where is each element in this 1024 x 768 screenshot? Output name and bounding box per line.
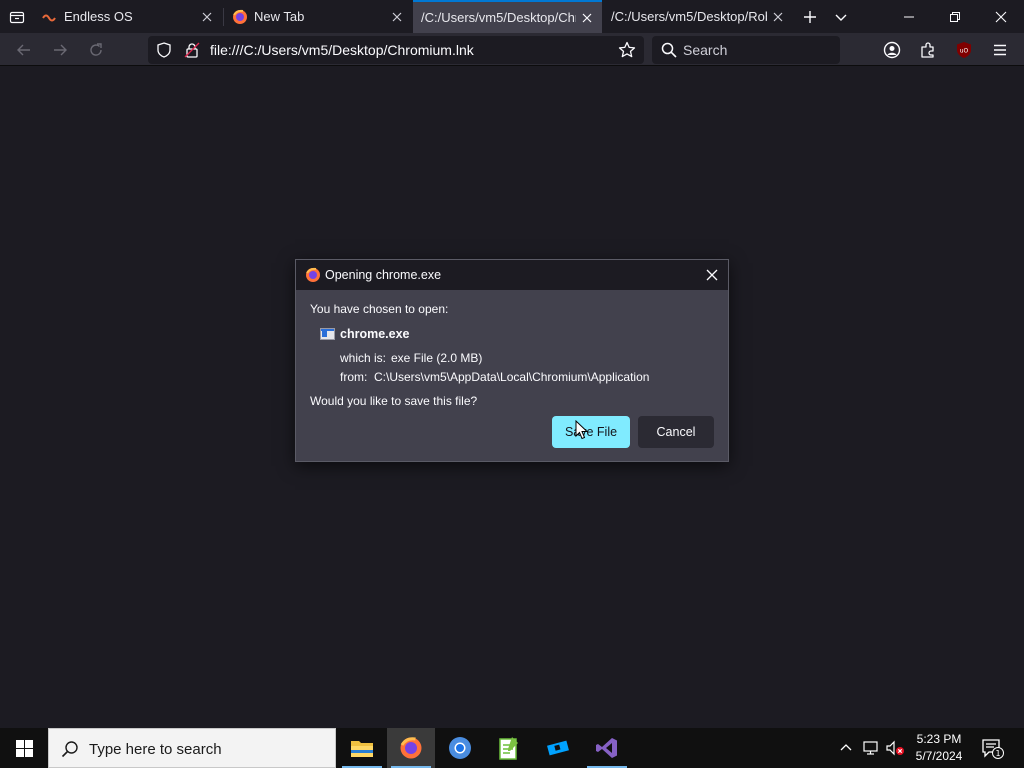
- taskbar-notepad-plus-plus[interactable]: [485, 728, 533, 768]
- close-icon: [706, 269, 718, 281]
- mouse-cursor-icon: [575, 420, 589, 440]
- account-icon: [883, 41, 901, 59]
- list-all-tabs-button[interactable]: [0, 0, 33, 33]
- plus-icon: [804, 10, 816, 23]
- arrow-right-icon: [54, 44, 67, 56]
- cancel-button[interactable]: Cancel: [638, 416, 714, 448]
- visual-studio-icon: [596, 738, 617, 758]
- search-icon: [661, 42, 677, 58]
- tab-title: New Tab: [254, 9, 305, 24]
- restore-icon: [950, 11, 960, 22]
- tab-endless-os[interactable]: Endless OS: [34, 0, 222, 33]
- svg-text:uO: uO: [960, 48, 969, 55]
- ublock-origin-button[interactable]: uO: [950, 36, 978, 64]
- volume-muted-icon: [886, 740, 904, 756]
- save-question-text: Would you like to save this file?: [310, 394, 478, 408]
- close-icon: [995, 11, 1007, 22]
- new-tab-button[interactable]: [795, 0, 825, 33]
- which-is-label: which is:: [340, 351, 387, 365]
- clock-date: 5/7/2024: [915, 749, 963, 763]
- address-bar[interactable]: file:///C:/Users/vm5/Desktop/Chromium.ln…: [148, 36, 644, 64]
- tab-new-tab[interactable]: New Tab: [224, 0, 412, 33]
- tab-close-icon[interactable]: [767, 6, 789, 28]
- dialog-intro-text: You have chosen to open:: [310, 302, 449, 316]
- tab-title: Endless OS: [64, 9, 133, 24]
- from-label: from:: [340, 370, 368, 384]
- taskbar-visual-studio[interactable]: [583, 728, 631, 768]
- opening-file-dialog: Opening chrome.exe You have chosen to op…: [295, 259, 729, 462]
- taskbar-search-placeholder: Type here to search: [89, 741, 222, 758]
- windows-taskbar: Type here to search 5:23 PM 5/7/2024 1: [0, 728, 1024, 768]
- dialog-titlebar: Opening chrome.exe: [296, 260, 728, 290]
- dialog-close-button[interactable]: [700, 263, 724, 287]
- file-source-path: C:\Users\vm5\AppData\Local\Chromium\Appl…: [374, 370, 650, 384]
- navigation-toolbar: file:///C:/Users/vm5/Desktop/Chromium.ln…: [0, 33, 1024, 66]
- network-status-button[interactable]: [861, 738, 881, 758]
- save-file-button[interactable]: Save File: [552, 416, 630, 448]
- network-icon: [863, 741, 878, 755]
- taskbar-file-explorer[interactable]: [338, 728, 386, 768]
- arrow-left-icon: [17, 44, 30, 56]
- file-type-value: exe File (2.0 MB): [391, 351, 483, 365]
- reload-button[interactable]: [82, 36, 110, 64]
- hamburger-menu-icon: [994, 44, 1006, 56]
- minimize-icon: [904, 16, 914, 17]
- folder-icon: [351, 741, 373, 757]
- firefox-icon: [400, 737, 422, 759]
- tab-chromium-lnk[interactable]: /C:/Users/vm5/Desktop/Chro: [413, 0, 602, 33]
- bookmark-star-icon[interactable]: [618, 41, 636, 59]
- forward-button[interactable]: [46, 36, 74, 64]
- tracking-protection-shield-icon[interactable]: [156, 42, 172, 58]
- dialog-title: Opening chrome.exe: [325, 268, 442, 282]
- roblox-studio-icon: [547, 740, 569, 756]
- application-menu-button[interactable]: [986, 36, 1014, 64]
- tab-roblox-lnk[interactable]: /C:/Users/vm5/Desktop/Roblo: [603, 0, 793, 33]
- extensions-button[interactable]: [914, 36, 942, 64]
- back-button[interactable]: [10, 36, 38, 64]
- firefox-icon: [306, 267, 320, 282]
- endless-os-favicon-icon: [42, 9, 58, 25]
- tab-list-icon: [9, 11, 24, 23]
- notification-center-button[interactable]: 1: [980, 736, 1004, 760]
- tab-close-icon[interactable]: [576, 7, 598, 29]
- restore-button[interactable]: [932, 0, 978, 33]
- notepad-icon: [499, 737, 518, 760]
- chevron-down-icon: [835, 14, 847, 21]
- tab-overflow-button[interactable]: [826, 0, 856, 33]
- puzzle-piece-icon: [921, 42, 934, 58]
- windows-logo-icon: [15, 739, 33, 757]
- tab-close-icon[interactable]: [196, 6, 218, 28]
- minimize-button[interactable]: [886, 0, 932, 33]
- search-icon: [61, 741, 78, 758]
- tab-title: /C:/Users/vm5/Desktop/Roblo: [611, 9, 767, 24]
- taskbar-roblox-studio[interactable]: [534, 728, 582, 768]
- clock-time: 5:23 PM: [916, 732, 962, 746]
- search-bar[interactable]: Search: [652, 36, 840, 64]
- start-button[interactable]: [0, 728, 48, 768]
- notification-icon: 1: [982, 739, 1004, 759]
- volume-button[interactable]: [885, 738, 905, 758]
- reload-icon: [90, 43, 102, 56]
- taskbar-firefox[interactable]: [387, 728, 435, 768]
- taskbar-search-box[interactable]: Type here to search: [48, 728, 336, 768]
- notification-count: 1: [995, 749, 1000, 758]
- exe-file-icon: [320, 328, 335, 340]
- taskbar-chromium[interactable]: [436, 728, 484, 768]
- close-window-button[interactable]: [978, 0, 1024, 33]
- tab-title: /C:/Users/vm5/Desktop/Chro: [421, 10, 576, 25]
- ublock-origin-icon: uO: [957, 42, 971, 58]
- chevron-up-icon: [840, 744, 852, 751]
- file-name: chrome.exe: [340, 327, 410, 341]
- chromium-icon: [449, 737, 471, 759]
- taskbar-clock[interactable]: 5:23 PM 5/7/2024: [908, 731, 970, 765]
- tab-strip: Endless OS New Tab /C:/Users/vm5/Desktop…: [0, 0, 1024, 33]
- account-button[interactable]: [878, 36, 906, 64]
- show-hidden-icons-button[interactable]: [836, 738, 856, 758]
- firefox-icon: [232, 9, 248, 25]
- tab-close-icon[interactable]: [386, 6, 408, 28]
- search-placeholder: Search: [683, 42, 728, 58]
- url-text[interactable]: file:///C:/Users/vm5/Desktop/Chromium.ln…: [210, 42, 474, 58]
- page-info-lock-icon[interactable]: [184, 42, 200, 58]
